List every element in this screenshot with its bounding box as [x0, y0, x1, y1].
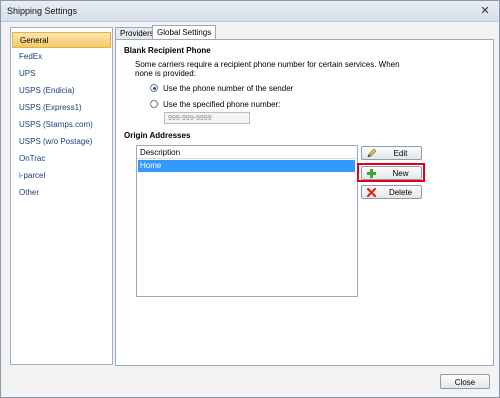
radio-sender-phone[interactable] [150, 84, 158, 92]
plus-icon [367, 169, 376, 178]
specified-phone-input[interactable]: 999-999-9999 [164, 112, 250, 124]
radio-specified-phone-label[interactable]: Use the specified phone number: [163, 100, 280, 109]
window-title: Shipping Settings [7, 6, 78, 16]
sidebar-item-iparcel[interactable]: i-parcel [12, 168, 111, 184]
sidebar-item-other[interactable]: Other [12, 185, 111, 201]
provider-sidebar: General FedEx UPS USPS (Endicia) USPS (E… [10, 27, 113, 365]
sidebar-item-usps-wo-postage[interactable]: USPS (w/o Postage) [12, 134, 111, 150]
delete-x-icon [366, 187, 377, 198]
radio-sender-phone-label[interactable]: Use the phone number of the sender [163, 84, 293, 93]
sidebar-item-ups[interactable]: UPS [12, 66, 111, 82]
sidebar-item-ontrac[interactable]: OnTrac [12, 151, 111, 167]
edit-button-label: Edit [393, 149, 408, 158]
sidebar-item-fedex[interactable]: FedEx [12, 49, 111, 65]
title-bar: Shipping Settings ✕ [1, 1, 499, 22]
blank-phone-heading: Blank Recipient Phone [124, 46, 211, 55]
blank-phone-description-1: Some carriers require a recipient phone … [135, 60, 400, 69]
edit-button[interactable]: Edit [361, 146, 422, 160]
tab-global-settings[interactable]: Global Settings [152, 25, 217, 40]
close-button[interactable]: Close [440, 374, 490, 389]
delete-button[interactable]: Delete [361, 185, 422, 199]
radio-specified-phone[interactable] [150, 100, 158, 108]
sidebar-item-usps-stamps[interactable]: USPS (Stamps.com) [12, 117, 111, 133]
new-button-label: New [392, 169, 409, 178]
close-window-icon[interactable]: ✕ [479, 5, 491, 17]
new-button[interactable]: New [361, 166, 422, 180]
origin-address-list[interactable]: Description Home [136, 145, 358, 297]
pencil-icon [367, 148, 377, 158]
sidebar-item-general[interactable]: General [12, 32, 111, 48]
blank-phone-description-2: none is provided: [135, 69, 196, 78]
sidebar-item-usps-endicia[interactable]: USPS (Endicia) [12, 83, 111, 99]
description-column-header[interactable]: Description [137, 146, 357, 159]
list-item[interactable]: Home [138, 160, 355, 172]
delete-button-label: Delete [388, 188, 413, 197]
origin-addresses-heading: Origin Addresses [124, 131, 191, 140]
shipping-settings-window: Shipping Settings ✕ General FedEx UPS US… [0, 0, 500, 398]
sidebar-item-usps-express1[interactable]: USPS (Express1) [12, 100, 111, 116]
